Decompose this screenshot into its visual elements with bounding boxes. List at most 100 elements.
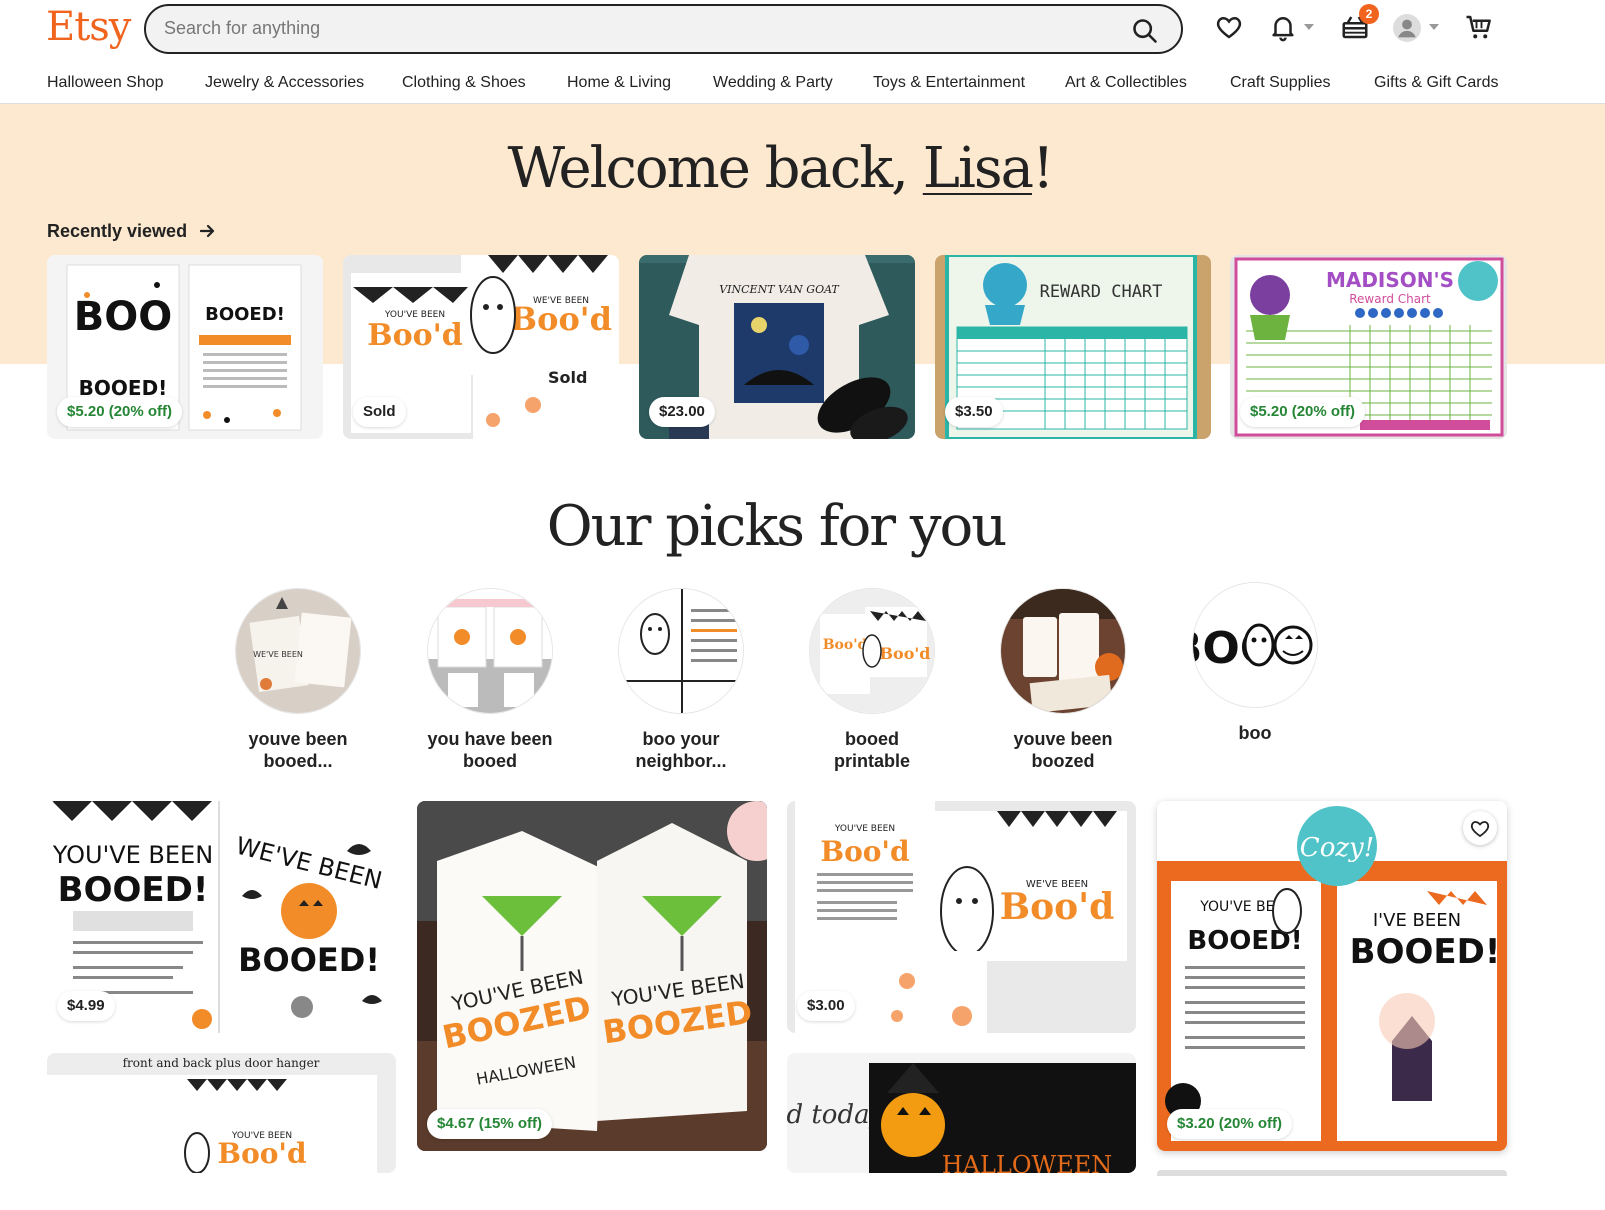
suggestion-image: Boo'd Boo'd: [809, 588, 935, 714]
svg-text:HALLOWEEN: HALLOWEEN: [942, 1151, 1113, 1173]
svg-text:BOO: BOO: [74, 294, 173, 340]
listing-card-3[interactable]: YOU'VE BEEN Boo'd WE'VE BEEN Boo'd $3.00: [787, 801, 1136, 1033]
nav-craft-supplies[interactable]: Craft Supplies: [1230, 74, 1331, 92]
svg-text:BOOED!: BOOED!: [205, 304, 285, 325]
svg-text:front and back plus door hange: front and back plus door hanger: [123, 1056, 320, 1070]
nav-gifts-gift-cards[interactable]: Gifts & Gift Cards: [1374, 74, 1498, 92]
recent-item-5[interactable]: MADISON'S Reward Chart $5.20 (20% off): [1230, 255, 1507, 439]
svg-text:Boo'd: Boo'd: [820, 835, 909, 868]
suggestion-image: WE'VE BEEN: [235, 588, 361, 714]
etsy-logo[interactable]: Etsy: [46, 4, 131, 50]
listing-image: Cozy! YOU'VE BEEN BOOED! I'VE BEEN BOOED…: [1157, 801, 1507, 1151]
suggestion-image: [427, 588, 553, 714]
svg-text:Sold: Sold: [548, 368, 587, 387]
listing-image: front and back plus door hanger YOU'VE B…: [47, 1053, 396, 1173]
svg-text:I'VE BEEN: I'VE BEEN: [1373, 910, 1461, 931]
suggestion-image: BOO: [1192, 582, 1318, 708]
svg-text:WE'VE BEEN: WE'VE BEEN: [533, 296, 589, 306]
search-suggestion-youve-been-boozed[interactable]: youve been boozed: [983, 588, 1143, 772]
listing-card-5[interactable]: front and back plus door hanger YOU'VE B…: [47, 1053, 396, 1173]
search-suggestion-you-have-been-booed[interactable]: you have been booed: [410, 588, 570, 772]
price-badge: $4.99: [57, 991, 115, 1021]
chevron-down-icon[interactable]: [1429, 24, 1439, 30]
listing-card-7-edge: [1157, 1170, 1507, 1176]
svg-text:Cozy!: Cozy!: [1300, 833, 1374, 863]
avatar-icon[interactable]: [1393, 14, 1421, 42]
svg-text:BOOED!: BOOED!: [238, 941, 380, 979]
nav-halloween-shop[interactable]: Halloween Shop: [47, 74, 164, 92]
nav-clothing-shoes[interactable]: Clothing & Shoes: [402, 74, 526, 92]
search-suggestion-boo-your-neighbor[interactable]: boo your neighbor...: [601, 588, 761, 772]
suggestion-label: youve been booed...: [248, 729, 348, 771]
listing-image: YOU'VE BEEN BOOZED YOU'VE BEEN BOOZED HA…: [417, 801, 767, 1151]
suggestion-image: [618, 588, 744, 714]
price-badge: $5.20 (20% off): [57, 397, 183, 427]
suggestion-label: boo your neighbor...: [635, 729, 727, 771]
nav-home-living[interactable]: Home & Living: [567, 74, 671, 92]
suggestion-label: you have been booed: [427, 729, 553, 771]
search-suggestion-boo[interactable]: BOO boo: [1175, 582, 1335, 744]
svg-text:Boo'd: Boo'd: [367, 318, 463, 353]
listing-image: nd today HALLOWEEN: [787, 1053, 1136, 1173]
recent-item-4[interactable]: REWARD CHART $3.50: [935, 255, 1211, 439]
search-bar[interactable]: [144, 4, 1183, 54]
arrow-right-icon: [199, 224, 215, 238]
listing-card-6[interactable]: nd today HALLOWEEN: [787, 1053, 1136, 1173]
recent-item-2[interactable]: Boo'd YOU'VE BEEN Boo'd WE'VE BEEN Sold …: [343, 255, 619, 439]
recent-item-1[interactable]: BOO BOOED! BOOED! $5.20 (20% off): [47, 255, 323, 439]
suggestion-image: [1000, 588, 1126, 714]
search-input[interactable]: [164, 18, 1064, 39]
svg-text:YOU'VE BEEN: YOU'VE BEEN: [834, 824, 895, 834]
svg-text:MADISON'S: MADISON'S: [1326, 268, 1454, 292]
search-suggestion-youve-been-booed[interactable]: WE'VE BEEN youve been booed...: [218, 588, 378, 772]
svg-text:Boo'd: Boo'd: [1000, 886, 1115, 928]
suggestion-label: booed printable: [833, 729, 910, 771]
price-badge: $3.50: [945, 397, 1003, 427]
listing-card-4[interactable]: Cozy! YOU'VE BEEN BOOED! I'VE BEEN BOOED…: [1157, 801, 1507, 1151]
heart-icon: [1470, 821, 1490, 838]
category-nav: Halloween Shop Jewelry & Accessories Clo…: [0, 62, 1605, 104]
svg-text:BOOED!: BOOED!: [58, 870, 209, 910]
price-badge: $4.67 (15% off): [427, 1109, 553, 1139]
recently-viewed-link[interactable]: Recently viewed: [47, 221, 216, 242]
recently-viewed-label: Recently viewed: [47, 221, 188, 241]
search-icon[interactable]: [1131, 17, 1159, 45]
svg-text:REWARD CHART: REWARD CHART: [1040, 282, 1163, 302]
cart-count-badge: 2: [1359, 4, 1379, 24]
price-badge: $3.20 (20% off): [1167, 1109, 1293, 1139]
price-badge: Sold: [353, 397, 406, 427]
nav-art-collectibles[interactable]: Art & Collectibles: [1065, 74, 1187, 92]
bell-icon[interactable]: [1268, 12, 1298, 42]
svg-text:Boo'd: Boo'd: [823, 637, 868, 653]
svg-text:Reward Chart: Reward Chart: [1349, 292, 1431, 306]
section-title: Our picks for you: [546, 494, 1008, 559]
welcome-heading: Welcome back, Lisa!: [0, 136, 1560, 201]
nav-toys-entertainment[interactable]: Toys & Entertainment: [873, 74, 1025, 92]
svg-text:VINCENT VAN GOAT: VINCENT VAN GOAT: [719, 283, 840, 296]
recent-item-3[interactable]: VINCENT VAN GOAT $23.00: [639, 255, 915, 439]
svg-text:WE'VE BEEN: WE'VE BEEN: [253, 650, 303, 659]
favorite-button[interactable]: [1463, 811, 1497, 845]
nav-jewelry-accessories[interactable]: Jewelry & Accessories: [205, 74, 364, 92]
svg-text:Boo'd: Boo'd: [880, 644, 931, 663]
price-badge: $5.20 (20% off): [1240, 397, 1366, 427]
suggestion-label: boo: [1238, 723, 1272, 743]
svg-text:YOU'VE BEEN: YOU'VE BEEN: [384, 310, 445, 320]
welcome-text: Welcome back,: [507, 136, 923, 201]
price-badge: $23.00: [649, 397, 715, 427]
price-badge: $3.00: [797, 991, 855, 1021]
user-name-link[interactable]: Lisa: [923, 136, 1034, 201]
svg-text:YOU'VE BEEN: YOU'VE BEEN: [52, 841, 213, 869]
listing-card-1[interactable]: YOU'VE BEEN BOOED! WE'VE BEEN BOOED! $4.…: [47, 801, 396, 1033]
search-suggestion-booed-printable[interactable]: Boo'd Boo'd booed printable: [792, 588, 952, 772]
suggestion-label: youve been boozed: [1013, 729, 1113, 771]
site-header: Etsy 2: [0, 0, 1605, 62]
svg-text:Boo'd: Boo'd: [217, 1137, 306, 1170]
nav-wedding-party[interactable]: Wedding & Party: [713, 74, 833, 92]
welcome-punct: !: [1032, 136, 1054, 201]
svg-text:BOOED!: BOOED!: [1350, 932, 1501, 972]
heart-icon[interactable]: [1214, 12, 1244, 42]
cart-icon[interactable]: [1464, 12, 1494, 42]
listing-card-2[interactable]: YOU'VE BEEN BOOZED YOU'VE BEEN BOOZED HA…: [417, 801, 767, 1151]
chevron-down-icon[interactable]: [1304, 24, 1314, 30]
